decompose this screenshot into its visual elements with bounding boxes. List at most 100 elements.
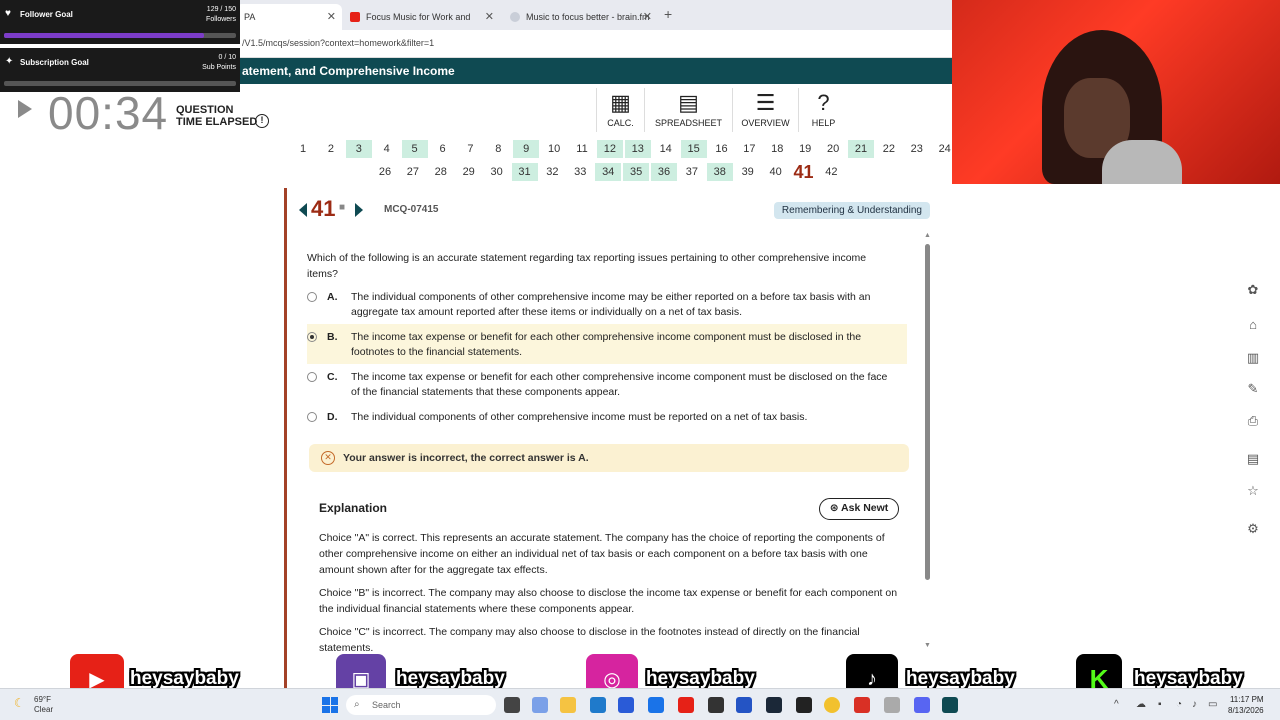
question-number-29[interactable]: 29 (456, 163, 482, 181)
question-number-1[interactable]: 1 (290, 140, 316, 158)
question-number-34[interactable]: 34 (595, 163, 622, 181)
epic-games-icon[interactable] (796, 697, 812, 713)
question-number-7[interactable]: 7 (457, 140, 483, 158)
battery-icon[interactable]: ▭ (1208, 699, 1217, 710)
question-number-33[interactable]: 33 (567, 163, 593, 181)
calc-button[interactable]: ▦ CALC. (596, 88, 644, 132)
tab-active[interactable]: PA ✕ (236, 4, 342, 30)
radio-c[interactable] (307, 372, 317, 382)
wifi-icon[interactable]: ◔ (1176, 699, 1182, 710)
app-icon[interactable] (942, 697, 958, 713)
scrollbar-thumb[interactable] (925, 244, 930, 580)
scrollbar[interactable]: ▲ ▼ (924, 232, 931, 649)
scroll-up-icon[interactable]: ▲ (924, 232, 931, 239)
question-number-42[interactable]: 42 (818, 163, 844, 181)
question-number-2[interactable]: 2 (318, 140, 344, 158)
question-number-8[interactable]: 8 (485, 140, 511, 158)
question-number-13[interactable]: 13 (624, 140, 651, 158)
taskbar-search[interactable]: ⌕ Search (346, 695, 496, 715)
chrome-icon[interactable] (824, 697, 840, 713)
volume-icon[interactable]: ♪ (1192, 699, 1197, 710)
question-number-26[interactable]: 26 (372, 163, 398, 181)
answer-option-b[interactable]: B. The income tax expense or benefit for… (307, 324, 907, 364)
discord-icon[interactable] (914, 697, 930, 713)
close-icon[interactable]: ✕ (643, 10, 652, 23)
mail-icon[interactable] (648, 697, 664, 713)
print-icon[interactable]: ⎙ (1245, 413, 1261, 429)
graduation-cap-icon[interactable]: ⌂ (1245, 317, 1261, 333)
question-number-38[interactable]: 38 (706, 163, 733, 181)
question-number-31[interactable]: 31 (511, 163, 538, 181)
question-number-18[interactable]: 18 (764, 140, 790, 158)
extension-icon[interactable]: ✿ (1245, 282, 1261, 298)
question-number-32[interactable]: 32 (539, 163, 565, 181)
question-number-17[interactable]: 17 (736, 140, 762, 158)
question-number-4[interactable]: 4 (374, 140, 400, 158)
question-number-9[interactable]: 9 (513, 140, 540, 158)
answer-option-c[interactable]: C. The income tax expense or benefit for… (307, 370, 907, 400)
app-icon[interactable] (854, 697, 870, 713)
question-number-41[interactable]: 41 (791, 163, 817, 181)
settings-gear-icon[interactable]: ⚙ (1245, 521, 1261, 537)
next-question-arrow[interactable] (355, 203, 363, 217)
question-number-11[interactable]: 11 (569, 140, 595, 158)
youtube-app-icon[interactable] (678, 697, 694, 713)
steam-icon[interactable] (766, 697, 782, 713)
tray-app-icon[interactable]: ▪ (1158, 699, 1162, 710)
edit-icon[interactable]: ✎ (1245, 381, 1261, 397)
star-icon[interactable]: ☆ (1245, 483, 1261, 499)
bar-chart-icon[interactable]: ▥ (1245, 350, 1261, 366)
question-number-40[interactable]: 40 (763, 163, 789, 181)
radio-d[interactable] (307, 412, 317, 422)
scroll-down-icon[interactable]: ▼ (924, 642, 931, 649)
question-number-20[interactable]: 20 (820, 140, 846, 158)
question-number-39[interactable]: 39 (735, 163, 761, 181)
question-number-19[interactable]: 19 (792, 140, 818, 158)
question-number-30[interactable]: 30 (484, 163, 510, 181)
answer-option-a[interactable]: A. The individual components of other co… (307, 290, 907, 320)
question-number-22[interactable]: 22 (876, 140, 902, 158)
question-number-27[interactable]: 27 (400, 163, 426, 181)
bookmark-icon[interactable]: ■ (339, 202, 345, 213)
question-number-15[interactable]: 15 (680, 140, 707, 158)
file-explorer-icon[interactable] (560, 697, 576, 713)
question-number-21[interactable]: 21 (848, 140, 874, 158)
answer-option-d[interactable]: D. The individual components of other co… (307, 410, 907, 426)
tab-brainfm[interactable]: Music to focus better - brain.fm ✕ (502, 4, 658, 30)
play-icon[interactable] (18, 100, 32, 118)
question-number-23[interactable]: 23 (904, 140, 930, 158)
book-icon[interactable]: ▤ (1245, 451, 1261, 467)
question-number-37[interactable]: 37 (679, 163, 705, 181)
question-number-12[interactable]: 12 (596, 140, 623, 158)
tab-focus-music[interactable]: Focus Music for Work and ✕ (342, 4, 500, 30)
edge-icon[interactable] (590, 697, 606, 713)
app-icon[interactable] (736, 697, 752, 713)
question-number-6[interactable]: 6 (430, 140, 456, 158)
overview-button[interactable]: ☰ OVERVIEW (732, 88, 798, 132)
radio-b[interactable] (307, 332, 317, 342)
question-number-5[interactable]: 5 (401, 140, 428, 158)
store-icon[interactable] (618, 697, 634, 713)
question-number-28[interactable]: 28 (428, 163, 454, 181)
previous-question-arrow[interactable] (299, 203, 307, 217)
app-icon[interactable] (884, 697, 900, 713)
windows-start-icon[interactable] (322, 697, 338, 713)
tray-cloud-icon[interactable]: ☁ (1136, 699, 1146, 710)
close-icon[interactable]: ✕ (485, 10, 494, 23)
ask-newt-button[interactable]: ⊛ Ask Newt (819, 498, 899, 520)
task-view-icon[interactable] (504, 697, 520, 713)
copilot-icon[interactable] (532, 697, 548, 713)
question-number-16[interactable]: 16 (709, 140, 735, 158)
help-button[interactable]: ? HELP (798, 88, 848, 132)
system-clock[interactable]: 11:17 PM 8/13/2026 (1228, 694, 1264, 716)
question-number-14[interactable]: 14 (653, 140, 679, 158)
close-icon[interactable]: ✕ (327, 10, 336, 23)
tray-chevron-icon[interactable]: ^ (1114, 699, 1119, 710)
info-icon[interactable]: ! (255, 114, 269, 128)
radio-a[interactable] (307, 292, 317, 302)
question-number-36[interactable]: 36 (651, 163, 677, 181)
obs-icon[interactable] (708, 697, 724, 713)
question-number-3[interactable]: 3 (345, 140, 372, 158)
new-tab-icon[interactable]: + (664, 6, 672, 22)
spreadsheet-button[interactable]: ▤ SPREADSHEET (644, 88, 732, 132)
